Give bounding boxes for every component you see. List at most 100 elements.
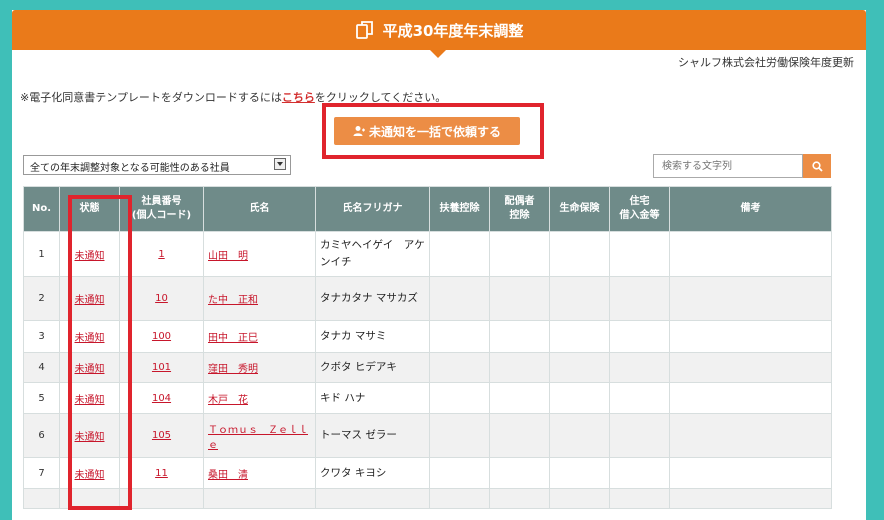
- row-status-cell: 未通知: [59, 352, 120, 383]
- row-life-insurance: [549, 352, 610, 383]
- row-spouse: [489, 320, 550, 353]
- employee-name-link[interactable]: Ｔｏｍｕｓ Ｚｅｌｌｅ: [208, 425, 308, 451]
- row-notes: [669, 488, 832, 509]
- employee-name-link[interactable]: 山田 明: [208, 251, 248, 262]
- row-kana: キド ハナ: [315, 382, 430, 414]
- col-notes: 備考: [669, 186, 832, 232]
- row-housing: [609, 352, 670, 383]
- employee-name-link[interactable]: 木戸 花: [208, 395, 248, 406]
- table-row: 2 未通知 10 た中 正和 タナカタナ マサカズ: [23, 276, 832, 321]
- header-notch: [430, 50, 446, 58]
- bulk-request-button[interactable]: 未通知を一括で依頼する: [334, 117, 520, 145]
- employee-id-link[interactable]: 104: [152, 393, 171, 404]
- table-row: 1 未通知 1 山田 明 カミヤヘイゲイ アケンイチ: [23, 231, 832, 277]
- row-name-cell: 窪田 秀明: [203, 352, 316, 383]
- page-header: 平成30年度年末調整: [12, 10, 866, 50]
- row-life-insurance: [549, 320, 610, 353]
- page-title: 平成30年度年末調整: [382, 21, 524, 40]
- table-row: 4 未通知 101 窪田 秀明 クボタ ヒデアキ: [23, 352, 832, 383]
- row-housing: [609, 231, 670, 277]
- table-header-row: No. 状態 社員番号 (個人コード) 氏名 氏名フリガナ 扶養控除 配偶者 控除 …: [23, 186, 832, 232]
- status-link[interactable]: 未通知: [75, 295, 105, 306]
- row-spouse: [489, 382, 550, 414]
- search-button[interactable]: [803, 154, 831, 178]
- search-input[interactable]: [653, 154, 803, 178]
- user-add-icon: [353, 126, 365, 136]
- search-icon: [811, 160, 823, 172]
- row-notes: [669, 231, 832, 277]
- row-id-cell: 104: [119, 382, 204, 414]
- status-link[interactable]: 未通知: [75, 251, 105, 262]
- row-status-cell: 未通知: [59, 276, 120, 321]
- col-kana: 氏名フリガナ: [315, 186, 430, 232]
- table-row: [23, 488, 832, 509]
- row-status-cell: 未通知: [59, 413, 120, 458]
- status-link[interactable]: 未通知: [75, 470, 105, 481]
- row-id-cell: 11: [119, 457, 204, 489]
- col-employee-id-line1: 社員番号: [141, 196, 182, 207]
- row-id-cell: 10: [119, 276, 204, 321]
- row-notes: [669, 276, 832, 321]
- row-spouse: [489, 276, 550, 321]
- notice-prefix: ※電子化同意書テンプレートをダウンロードするには: [20, 91, 282, 104]
- row-no: 2: [23, 276, 60, 321]
- row-id-cell: [119, 488, 204, 509]
- col-status: 状態: [59, 186, 120, 232]
- row-no: 6: [23, 413, 60, 458]
- row-dependents: [429, 276, 490, 321]
- col-spouse-line1: 配偶者: [504, 196, 535, 207]
- employee-name-link[interactable]: た中 正和: [208, 295, 258, 306]
- row-kana: タナカタナ マサカズ: [315, 276, 430, 321]
- employee-id-link[interactable]: 1: [158, 249, 164, 260]
- row-spouse: [489, 231, 550, 277]
- col-housing: 住宅 借入金等: [609, 186, 670, 232]
- status-link[interactable]: 未通知: [75, 395, 105, 406]
- row-kana: クボタ ヒデアキ: [315, 352, 430, 383]
- row-life-insurance: [549, 231, 610, 277]
- row-housing: [609, 320, 670, 353]
- col-spouse-line2: 控除: [509, 210, 530, 221]
- row-id-cell: 1: [119, 231, 204, 277]
- row-notes: [669, 320, 832, 353]
- employee-filter-select[interactable]: 全ての年末調整対象となる可能性のある社員: [23, 155, 291, 175]
- employee-id-link[interactable]: 100: [152, 331, 171, 342]
- status-link[interactable]: 未通知: [75, 364, 105, 375]
- row-kana: クワタ キヨシ: [315, 457, 430, 489]
- row-life-insurance: [549, 276, 610, 321]
- row-notes: [669, 352, 832, 383]
- table-row: 6 未通知 105 Ｔｏｍｕｓ Ｚｅｌｌｅ トーマス ゼラー: [23, 413, 832, 458]
- row-life-insurance: [549, 488, 610, 509]
- row-dependents: [429, 457, 490, 489]
- row-name-cell: 木戸 花: [203, 382, 316, 414]
- col-employee-id: 社員番号 (個人コード): [119, 186, 204, 232]
- row-status-cell: 未通知: [59, 382, 120, 414]
- status-link[interactable]: 未通知: [75, 333, 105, 344]
- employee-id-link[interactable]: 10: [155, 293, 168, 304]
- row-no: 5: [23, 382, 60, 414]
- row-name-cell: [203, 488, 316, 509]
- template-download-link[interactable]: こちら: [282, 91, 315, 104]
- documents-icon: [355, 21, 373, 39]
- employee-id-link[interactable]: 101: [152, 362, 171, 373]
- row-notes: [669, 382, 832, 414]
- employee-id-link[interactable]: 105: [152, 430, 171, 441]
- col-life-insurance: 生命保険: [549, 186, 610, 232]
- status-link[interactable]: 未通知: [75, 432, 105, 443]
- col-name: 氏名: [203, 186, 316, 232]
- row-spouse: [489, 488, 550, 509]
- row-life-insurance: [549, 382, 610, 414]
- row-id-cell: 105: [119, 413, 204, 458]
- row-housing: [609, 488, 670, 509]
- row-name-cell: 田中 正巳: [203, 320, 316, 353]
- row-dependents: [429, 320, 490, 353]
- chevron-down-icon[interactable]: [274, 158, 286, 170]
- col-no: No.: [23, 186, 60, 232]
- employee-name-link[interactable]: 窪田 秀明: [208, 364, 258, 375]
- row-status-cell: 未通知: [59, 231, 120, 277]
- employee-name-link[interactable]: 田中 正巳: [208, 333, 258, 344]
- row-dependents: [429, 231, 490, 277]
- row-dependents: [429, 488, 490, 509]
- row-kana: [315, 488, 430, 509]
- employee-id-link[interactable]: 11: [155, 468, 168, 479]
- employee-name-link[interactable]: 桑田 清: [208, 470, 248, 481]
